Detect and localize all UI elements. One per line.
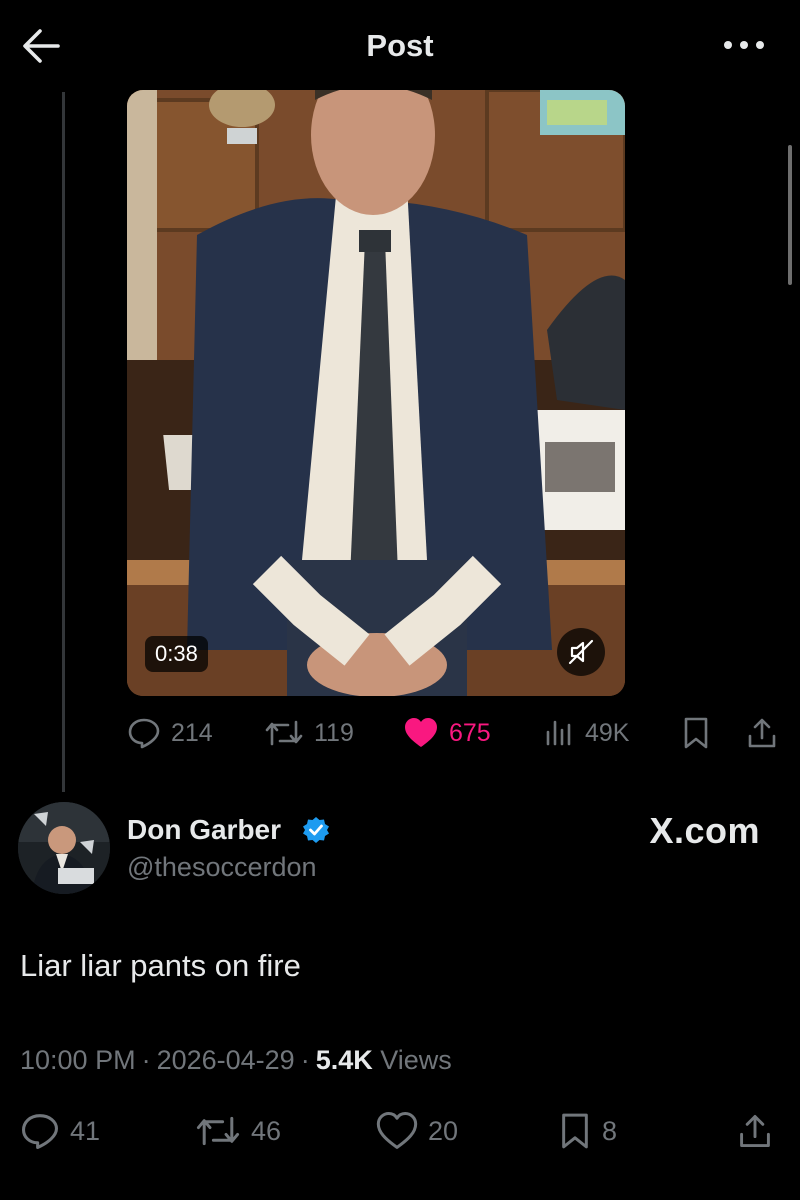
like-button[interactable]: 20 (376, 1108, 458, 1154)
more-horizontal-icon (724, 41, 764, 49)
post-text: Liar liar pants on fire (20, 948, 301, 983)
top-nav-bar: Post (0, 0, 800, 90)
thread-connector-line (62, 92, 65, 792)
bookmark-count: 8 (602, 1115, 618, 1146)
reply-count: 41 (70, 1115, 101, 1146)
reply-button[interactable]: 41 (20, 1108, 100, 1154)
repost-count: 119 (314, 718, 354, 747)
like-count: 20 (428, 1115, 459, 1146)
post-metadata: 10:00 PM · 2026-04-29 · 5.4K Views (20, 1045, 452, 1076)
verified-badge-icon (303, 817, 329, 843)
repost-button[interactable]: 46 (195, 1108, 281, 1154)
like-button[interactable]: 675 (403, 710, 491, 756)
analytics-bars-icon (546, 720, 571, 746)
share-button[interactable] (745, 710, 779, 756)
video-frame-image (127, 90, 625, 696)
post-views-label: Views (380, 1045, 452, 1075)
reply-icon (128, 718, 160, 749)
like-count: 675 (449, 718, 491, 747)
share-button[interactable] (736, 1108, 774, 1154)
scrollbar[interactable] (788, 145, 792, 285)
post-date[interactable]: 2026-04-29 (157, 1045, 295, 1075)
quoted-post-action-bar: 214 119 675 49K (127, 710, 787, 756)
separator-dot: · (300, 1045, 310, 1075)
heart-outline-icon (376, 1111, 418, 1149)
share-icon (740, 1115, 770, 1147)
page-title: Post (366, 28, 434, 63)
muted-speaker-icon (568, 639, 594, 665)
separator-dot: · (141, 1045, 151, 1075)
repost-icon (196, 1116, 240, 1146)
reply-count: 214 (171, 718, 213, 747)
bookmark-icon (684, 717, 708, 749)
author-name[interactable]: Don Garber (127, 814, 281, 846)
post-views-count[interactable]: 5.4K (316, 1045, 373, 1075)
post-time[interactable]: 10:00 PM (20, 1045, 136, 1075)
repost-button[interactable]: 119 (264, 710, 354, 756)
views-count: 49K (585, 718, 630, 747)
bookmark-button[interactable] (681, 710, 711, 756)
avatar[interactable] (18, 802, 110, 894)
profile-photo (18, 802, 110, 894)
post-action-bar: 41 46 20 8 (0, 1108, 800, 1154)
heart-filled-icon (405, 718, 437, 747)
reply-icon (22, 1114, 58, 1149)
bookmark-button[interactable]: 8 (558, 1108, 617, 1154)
video-duration: 0:38 (145, 636, 208, 672)
mute-toggle-button[interactable] (557, 628, 605, 676)
repost-icon (265, 720, 303, 746)
video-player[interactable]: 0:38 (127, 90, 625, 696)
share-icon (748, 718, 776, 748)
author-handle[interactable]: @thesoccerdon (127, 852, 317, 883)
bookmark-icon (562, 1113, 588, 1149)
x-com-watermark: X.com (649, 810, 760, 851)
post-author: Don Garber @thesoccerdon X.com (18, 802, 788, 902)
views-button[interactable]: 49K (545, 710, 629, 756)
more-options-button[interactable] (722, 30, 766, 60)
repost-count: 46 (251, 1115, 282, 1146)
reply-button[interactable]: 214 (127, 710, 213, 756)
